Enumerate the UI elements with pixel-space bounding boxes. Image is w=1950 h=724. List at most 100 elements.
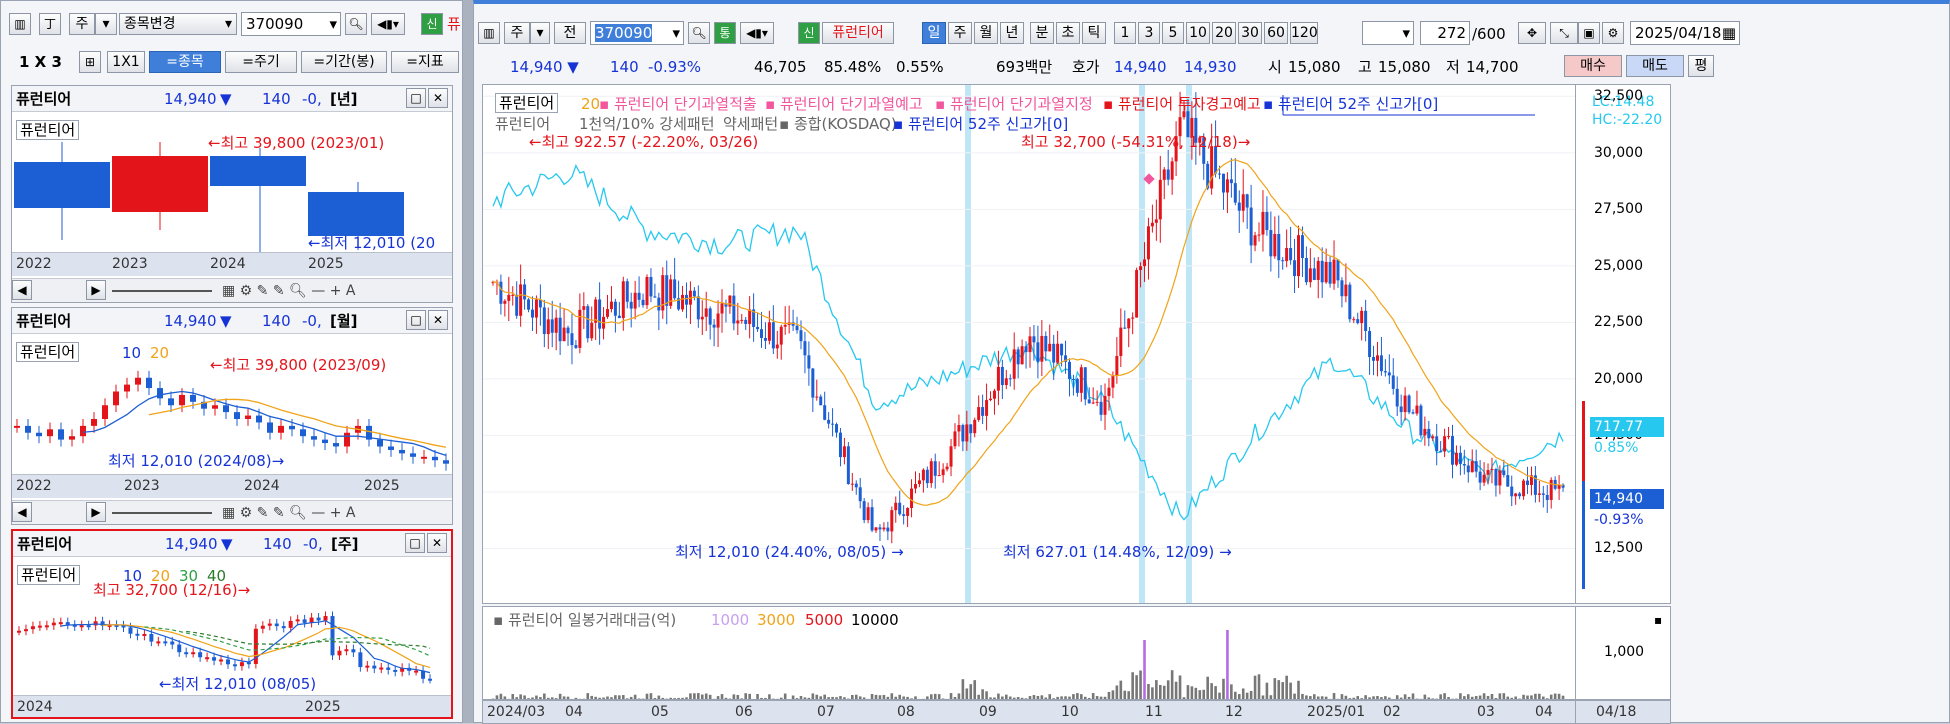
scroll-right-icon[interactable]: ▶ (86, 280, 106, 300)
period-second[interactable]: 초 (1056, 22, 1080, 44)
candle (795, 325, 799, 331)
search-icon[interactable]: 🔍︎ (345, 13, 367, 35)
scroll-left-icon[interactable]: ◀ (12, 280, 32, 300)
eval-button[interactable]: 평 (1688, 55, 1714, 77)
change-pct: -0, (302, 312, 322, 330)
tool-icons[interactable]: ▦ ⚙ ✎ ✎ 🔍︎ — + A (222, 282, 355, 300)
search-icon[interactable]: 🔍︎ (688, 22, 710, 44)
period-minute[interactable]: 분 (1030, 22, 1054, 44)
candle (637, 292, 641, 300)
tab-indicator[interactable]: =지표 (391, 51, 459, 73)
gear-icon[interactable]: ⚙ (1602, 22, 1624, 44)
candle (850, 483, 854, 485)
close-icon[interactable]: ✕ (427, 533, 447, 553)
maximize-icon[interactable]: □ (406, 310, 426, 330)
period-tick[interactable]: 틱 (1082, 22, 1106, 44)
interval-button-10[interactable]: 10 (1186, 22, 1210, 44)
collapse-icon[interactable]: ▪ (1654, 611, 1662, 629)
candle (1099, 401, 1103, 415)
date-input[interactable]: 2025/04/18 ▦ (1630, 21, 1740, 45)
close-icon[interactable]: ✕ (428, 310, 448, 330)
sound-icon[interactable]: ◀▮▾ (371, 13, 405, 35)
crosshair-icon[interactable]: ✥ (1518, 22, 1546, 44)
prev-button[interactable]: 전 (554, 22, 586, 44)
candle (1158, 179, 1162, 220)
interval-button-20[interactable]: 20 (1212, 22, 1236, 44)
interval-button-1[interactable]: 1 (1114, 22, 1136, 44)
down-arrow-icon: ▼ (220, 312, 232, 330)
mode-button[interactable]: 주 (504, 22, 530, 44)
stock-name-button[interactable]: 퓨런티어 (822, 22, 894, 44)
scroll-left-icon[interactable]: ◀ (12, 502, 32, 522)
period-day[interactable]: 일 (922, 22, 946, 44)
interval-button-30[interactable]: 30 (1238, 22, 1262, 44)
calendar-icon[interactable]: ▦ (1722, 22, 1736, 44)
mode-dropdown[interactable]: ▾ (530, 22, 550, 44)
buy-button[interactable]: 매수 (1564, 55, 1622, 77)
tab-stock[interactable]: =종목 (149, 51, 221, 73)
interval-button-5[interactable]: 5 (1162, 22, 1184, 44)
save-icon[interactable]: ▣ (1578, 22, 1600, 44)
volume-bar (1131, 672, 1134, 699)
new-badge[interactable]: 신 (798, 22, 820, 44)
tab-range[interactable]: =기간(봉) (301, 51, 387, 73)
menu-icon[interactable]: ▥ (478, 22, 500, 44)
mode-dropdown[interactable]: ▾ (95, 13, 117, 35)
candle (17, 630, 21, 633)
candle (874, 527, 878, 531)
tong-button[interactable]: 통 (714, 22, 736, 44)
period-month[interactable]: 월 (974, 22, 998, 44)
sound-icon[interactable]: ◀▮▾ (740, 22, 774, 44)
candle (906, 507, 910, 516)
candle (1040, 336, 1044, 362)
scroll-right-icon[interactable]: ▶ (86, 502, 106, 522)
mode-button[interactable]: 주 (69, 13, 95, 35)
maximize-icon[interactable]: □ (406, 88, 426, 108)
candle (239, 662, 244, 667)
low-price: 14,700 (1466, 58, 1519, 76)
close-icon[interactable]: ✕ (428, 88, 448, 108)
candle (542, 307, 546, 335)
maximize-icon[interactable]: □ (405, 533, 425, 553)
candle (1490, 469, 1494, 471)
zoom-slider[interactable] (112, 290, 212, 292)
menu-icon[interactable]: ▥ (9, 13, 31, 35)
code-input[interactable]: 370090 ▾ (241, 12, 341, 36)
pin-icon[interactable]: 丁 (39, 13, 61, 35)
interval-button-60[interactable]: 60 (1264, 22, 1288, 44)
candle (1056, 343, 1060, 363)
stock-chip[interactable]: 퓨런티어 (17, 565, 81, 585)
range-dropdown[interactable]: ▾ (1362, 21, 1414, 45)
candle (1545, 494, 1549, 500)
stock-chip[interactable]: 퓨런티어 (16, 342, 80, 362)
grid-icon[interactable]: ⊞ (79, 51, 101, 73)
ma-10: 10 (122, 344, 142, 362)
trend-icon[interactable]: ⤡ (1550, 22, 1578, 44)
sell-button[interactable]: 매도 (1626, 55, 1684, 77)
new-badge[interactable]: 신 (421, 13, 443, 35)
candle (937, 475, 941, 477)
period-year[interactable]: 년 (1000, 22, 1024, 44)
candle (728, 295, 732, 307)
tab-period[interactable]: =주기 (225, 51, 297, 73)
candle (684, 294, 688, 305)
splitter[interactable] (463, 0, 473, 723)
scrollbar[interactable]: ◀ ▶ ▦ ⚙ ✎ ✎ 🔍︎ — + A (12, 278, 452, 302)
interval-button-120[interactable]: 120 (1290, 22, 1318, 44)
legend-weak-pattern: 약세패턴 (723, 115, 779, 133)
stock-change-dropdown[interactable]: 종목변경 ▾ (119, 13, 237, 35)
down-arrow-icon: ▼ (567, 58, 579, 76)
stock-change-label: 종목변경 (124, 16, 176, 32)
zoom-slider[interactable] (112, 512, 212, 514)
period-week[interactable]: 주 (948, 22, 972, 44)
candle (1233, 183, 1237, 203)
bar-count-input[interactable]: 272 (1420, 21, 1470, 45)
candle (1415, 405, 1419, 414)
code-input[interactable]: 370090 ▾ (590, 21, 684, 45)
legend-chip[interactable]: 퓨런티어 (495, 93, 559, 113)
grid-1x1-button[interactable]: 1X1 (107, 51, 145, 73)
scrollbar[interactable]: ◀ ▶ ▦ ⚙ ✎ ✎ 🔍︎ — + A (12, 500, 452, 524)
interval-button-3[interactable]: 3 (1138, 22, 1160, 44)
candle (51, 622, 56, 626)
tool-icons[interactable]: ▦ ⚙ ✎ ✎ 🔍︎ — + A (222, 504, 355, 522)
